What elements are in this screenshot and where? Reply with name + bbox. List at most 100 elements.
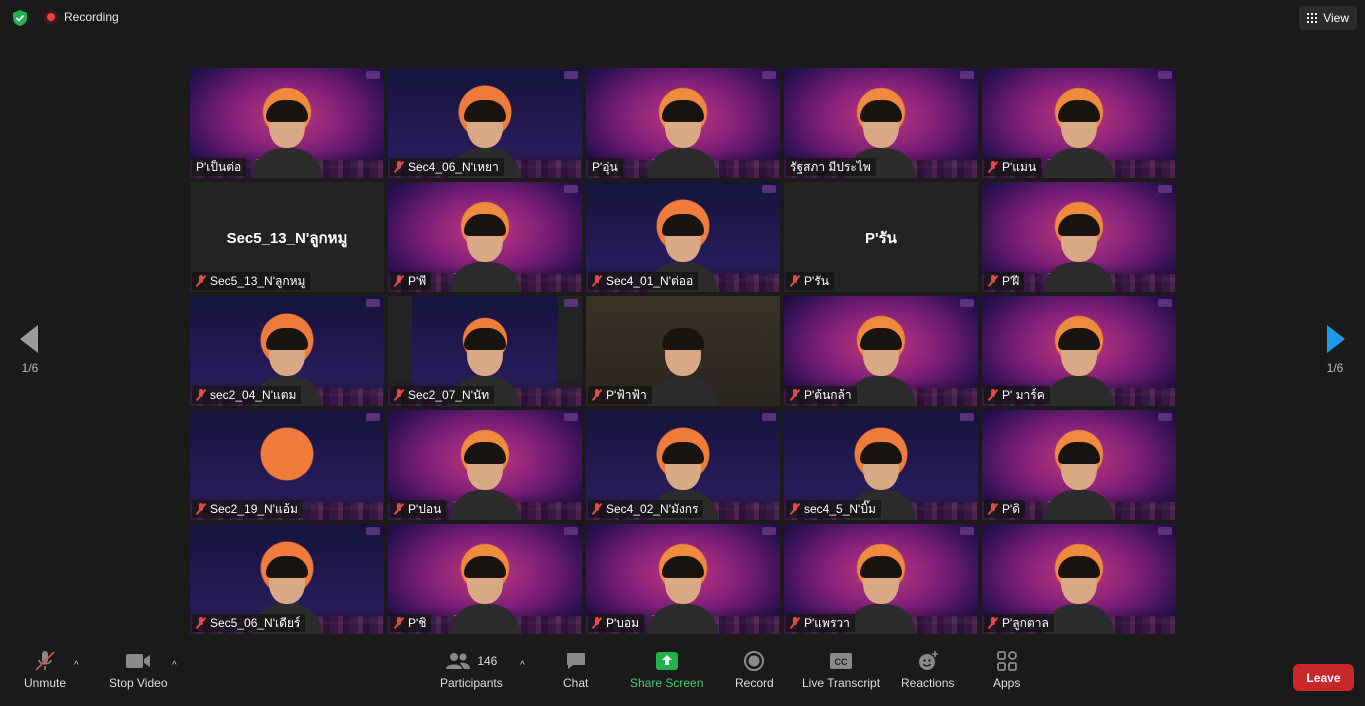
participant-name-tag: P'เป็นต่อ (192, 158, 247, 176)
participant-tile[interactable]: P'แพรวา (784, 524, 978, 634)
stop-video-button[interactable]: Stop Video (109, 650, 168, 690)
muted-microphone-icon (592, 275, 602, 287)
event-logo-icon (960, 71, 974, 79)
participant-video (1044, 554, 1114, 634)
participant-tile[interactable]: Sec2_07_N'นัท (388, 296, 582, 406)
participant-tile[interactable]: P'เป็นต่อ (190, 68, 384, 178)
participant-tile[interactable]: P'บอม (586, 524, 780, 634)
participant-name-tag: P'ปอน (390, 500, 447, 518)
participant-name-tag: Sec2_19_N'แอ้ม (192, 500, 303, 518)
participant-tile[interactable]: P'ดิ (982, 410, 1176, 520)
participant-tile[interactable]: P'อุ่น (586, 68, 780, 178)
audio-options-chevron-icon[interactable]: ^ (74, 660, 79, 671)
participant-tile[interactable]: Sec5_06_N'เดียร์ (190, 524, 384, 634)
participant-name: Sec4_02_N'มังกร (606, 501, 699, 516)
event-logo-icon (366, 527, 380, 535)
participant-name-tag: P'ฝี (984, 272, 1025, 290)
participant-name: P'ปอน (408, 501, 442, 516)
participant-tile[interactable]: รัฐสภา มีประไพ (784, 68, 978, 178)
participant-tile[interactable]: P'แมน (982, 68, 1176, 178)
participant-name-tag: P'ดิ (984, 500, 1026, 518)
participant-name-tag: P'ต้นกล้า (786, 386, 857, 404)
event-logo-icon (960, 527, 974, 535)
participant-tile[interactable]: P'ปอน (388, 410, 582, 520)
participant-name-tag: P'บอม (588, 614, 645, 632)
security-shield-icon[interactable] (11, 9, 29, 27)
muted-microphone-icon (988, 503, 998, 515)
participants-button[interactable]: 146 Participants (440, 650, 503, 690)
event-logo-icon (762, 413, 776, 421)
participant-name-tag: Sec4_06_N'เหยา (390, 158, 504, 176)
live-transcript-button[interactable]: CC Live Transcript (802, 650, 880, 690)
view-button[interactable]: View (1299, 6, 1357, 30)
participant-video (252, 98, 322, 178)
microphone-muted-icon (35, 651, 55, 671)
participant-tile[interactable]: P'ฝี (982, 182, 1176, 292)
participant-tile[interactable]: P'ชิ (388, 524, 582, 634)
participant-tile[interactable]: P' มาร์ค (982, 296, 1176, 406)
participant-video (1044, 440, 1114, 520)
participant-name: P'ลูกตาล (1002, 615, 1049, 630)
muted-microphone-icon (790, 617, 800, 629)
participant-tile[interactable]: P'รัน P'รัน (784, 182, 978, 292)
record-icon (744, 651, 765, 671)
participant-video (450, 440, 520, 520)
event-logo-icon (1158, 299, 1172, 307)
chat-label: Chat (563, 676, 589, 690)
share-screen-icon (655, 652, 678, 670)
participant-tile[interactable]: sec4_5_N'บิ๊ม (784, 410, 978, 520)
participant-tile[interactable]: sec2_04_N'แตม (190, 296, 384, 406)
share-screen-button[interactable]: Share Screen (630, 650, 703, 690)
participant-tile[interactable]: P'ลูกตาล (982, 524, 1176, 634)
participant-video (450, 212, 520, 292)
participant-name: P'รัน (804, 273, 829, 288)
video-options-chevron-icon[interactable]: ^ (172, 660, 177, 671)
participant-name-tag: Sec4_02_N'มังกร (588, 500, 704, 518)
muted-microphone-icon (394, 389, 404, 401)
record-button[interactable]: Record (735, 650, 774, 690)
video-gallery: P'เป็นต่อ Sec4_06_N'เหยา P'อุ่น รัฐสภา มีปร… (190, 68, 1176, 634)
participant-tile[interactable]: P'ฟ้าฟ้า (586, 296, 780, 406)
muted-microphone-icon (196, 275, 206, 287)
chat-bubble-icon (566, 653, 585, 669)
participant-name: P'อุ่น (592, 159, 618, 174)
unmute-button[interactable]: Unmute (24, 650, 66, 690)
participant-tile[interactable]: Sec4_06_N'เหยา (388, 68, 582, 178)
reactions-button[interactable]: Reactions (901, 650, 954, 690)
participant-name-tag: P'ลูกตาล (984, 614, 1054, 632)
arrow-right-icon (1327, 325, 1345, 353)
participant-tile[interactable]: Sec2_19_N'แอ้ม (190, 410, 384, 520)
participant-name-tag: Sec5_13_N'ลูกหมู (192, 272, 311, 290)
participants-options-chevron-icon[interactable]: ^ (520, 660, 525, 671)
participant-video (1044, 212, 1114, 292)
participant-name: sec2_04_N'แตม (210, 387, 297, 402)
apps-button[interactable]: Apps (993, 650, 1020, 690)
event-logo-icon (960, 413, 974, 421)
recording-indicator[interactable]: Recording (44, 10, 119, 24)
participant-video (648, 98, 718, 178)
chat-button[interactable]: Chat (563, 650, 588, 690)
page-indicator-left: 1/6 (21, 361, 39, 375)
participant-name-tag: sec2_04_N'แตม (192, 386, 302, 404)
participant-name-tag: P'แพรวา (786, 614, 855, 632)
muted-microphone-icon (196, 617, 206, 629)
participant-tile[interactable]: Sec4_02_N'มังกร (586, 410, 780, 520)
participant-tile[interactable]: Sec5_13_N'ลูกหมู Sec5_13_N'ลูกหมู (190, 182, 384, 292)
participant-name: P' มาร์ค (1002, 387, 1045, 402)
participants-icon (446, 653, 471, 669)
apps-label: Apps (993, 676, 1021, 690)
participant-tile[interactable]: Sec4_01_N'ต่ออ (586, 182, 780, 292)
participant-video (846, 554, 916, 634)
stop-video-label: Stop Video (109, 676, 168, 690)
grid-view-icon (1307, 13, 1318, 23)
participant-video (1044, 98, 1114, 178)
event-logo-icon (1158, 71, 1172, 79)
participant-tile[interactable]: P'พี (388, 182, 582, 292)
next-page-button[interactable]: 1/6 (1305, 300, 1365, 400)
previous-page-button[interactable]: 1/6 (0, 300, 60, 400)
leave-button[interactable]: Leave (1293, 664, 1354, 691)
participant-tile[interactable]: P'ต้นกล้า (784, 296, 978, 406)
participant-name: P'ดิ (1002, 501, 1021, 516)
apps-icon (996, 651, 1017, 671)
participant-name: รัฐสภา มีประไพ (790, 159, 871, 174)
